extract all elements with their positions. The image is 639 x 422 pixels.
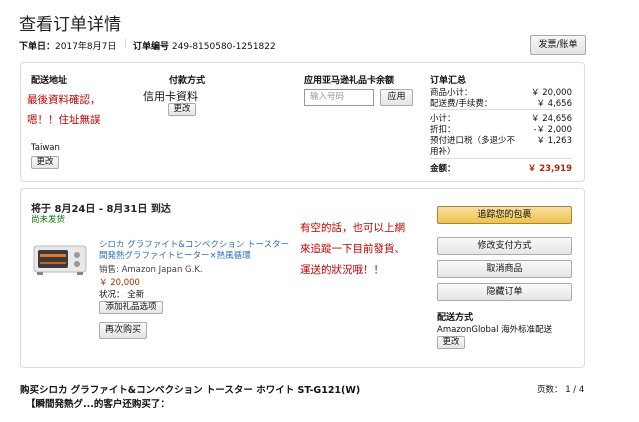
summary-divider	[430, 158, 572, 159]
order-date: 下单日：2017年8月7日	[19, 39, 116, 52]
tracking-annotation-line3: 運送的狀況哦！！	[300, 264, 384, 276]
shipping-method-value: AmazonGlobal 海外标准配送	[437, 325, 553, 335]
shipping-annotation-line1: 最後資料確認，	[27, 94, 101, 106]
cancel-item-button[interactable]: 取消商品	[437, 260, 572, 278]
tracking-annotation-line1: 有空的話，也可以上網	[300, 222, 405, 234]
giftcard-input[interactable]: 输入号码	[304, 89, 374, 106]
page-title: 查看订单详情	[19, 15, 121, 35]
buy-again-button[interactable]: 再次购买	[99, 322, 147, 339]
tracking-annotation-line2: 來追蹤一下目前發貨、	[300, 243, 405, 255]
product-image[interactable]	[31, 240, 89, 278]
shipping-method-change-button[interactable]: 更改	[437, 336, 465, 349]
shipping-annotation-line2: 嗯！！住址無誤	[27, 114, 101, 126]
summary-row-grand-total: 金额： ￥ 23,919	[430, 162, 572, 174]
shipment-status: 尚未发货	[31, 215, 66, 225]
pagination: 页数： 1 / 4	[537, 385, 585, 395]
summary-divider	[430, 109, 572, 110]
change-payment-button[interactable]: 修改支付方式	[437, 237, 572, 255]
product-condition: 状况： 全新	[99, 290, 145, 300]
giftcard-heading: 应用亚马逊礼品卡余额	[304, 76, 395, 86]
meta-divider: |	[124, 39, 128, 49]
summary-label: 配送费/手续费：	[430, 99, 493, 109]
order-number-label: 订单编号	[133, 42, 170, 52]
summary-heading: 订单汇总	[430, 76, 467, 86]
order-number: 订单编号 249-8150580-1251822	[133, 39, 276, 52]
summary-total-value: ￥ 23,919	[527, 164, 572, 174]
shipping-country: Taiwan	[31, 143, 60, 153]
summary-value: ￥ 4,656	[536, 99, 572, 109]
product-price: ￥ 20,000	[99, 278, 140, 288]
also-bought-subheading: 【瞬間発熱グ...的客户还购买了：	[26, 399, 170, 410]
payment-heading: 付款方式	[169, 76, 206, 86]
order-number-value: 249-8150580-1251822	[171, 42, 276, 52]
giftcard-apply-button[interactable]: 应用	[380, 89, 413, 106]
also-bought-heading: 购买シロカ グラファイト&コンベクション トースター ホワイト ST-G121(…	[20, 385, 361, 396]
summary-label: 用补）	[430, 147, 456, 157]
order-date-label: 下单日：	[19, 42, 56, 52]
invoice-button[interactable]: 发票/账单	[530, 35, 586, 55]
summary-total-label: 金额：	[430, 164, 456, 174]
shipping-heading: 配送地址	[31, 76, 68, 86]
payment-change-button[interactable]: 更改	[168, 103, 196, 116]
summary-row-shipping: 配送费/手续费： ￥ 4,656	[430, 97, 572, 109]
order-date-value: 2017年8月7日	[55, 42, 117, 52]
shipping-method-heading: 配送方式	[437, 313, 474, 323]
product-title-line2[interactable]: 間発熱グラファイトヒーター×熱風循環	[99, 249, 251, 261]
track-package-button[interactable]: 追踪您的包裹	[437, 206, 572, 224]
shipping-change-button[interactable]: 更改	[31, 156, 59, 169]
add-gift-option-button[interactable]: 添加礼品选项	[99, 301, 163, 314]
payment-annotation: 信用卡資料	[143, 90, 198, 103]
product-seller: 销售: Amazon Japan G.K.	[99, 265, 203, 275]
hide-order-button[interactable]: 隐藏订单	[437, 283, 572, 301]
summary-row-tax-cont: 用补）	[430, 145, 572, 157]
